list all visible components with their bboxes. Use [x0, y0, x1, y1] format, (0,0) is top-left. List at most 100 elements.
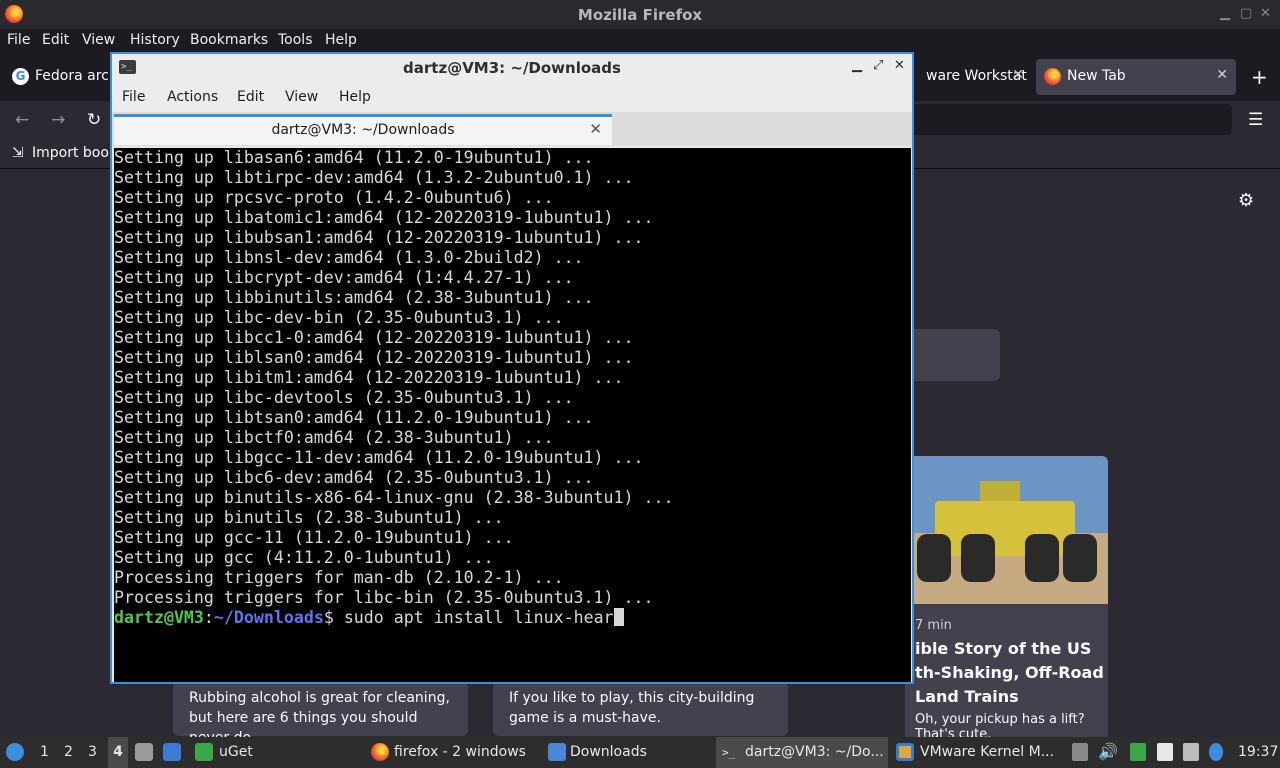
- truck-wheel: [917, 534, 951, 582]
- terminal-line: Setting up libtirpc-dev:amd64 (1.3.2-2ub…: [114, 168, 634, 187]
- maximize-icon[interactable]: ▢: [1240, 6, 1252, 21]
- ff-menu-tools[interactable]: Tools: [278, 32, 313, 48]
- firefox-titlebar: Mozilla Firefox ▁ ▢ ✕: [0, 0, 1280, 29]
- start-menu-icon[interactable]: [6, 743, 24, 761]
- taskbar-item-uget[interactable]: uGet: [219, 744, 253, 760]
- uget-icon: [195, 743, 213, 761]
- taskbar-item-vmware[interactable]: VMware Kernel M...: [920, 744, 1054, 760]
- update-icon[interactable]: [1130, 743, 1146, 761]
- ff-menu-help[interactable]: Help: [325, 32, 357, 48]
- ff-menu-edit[interactable]: Edit: [42, 32, 69, 48]
- terminal-line: Setting up libitm1:amd64 (12-20220319-1u…: [114, 368, 624, 387]
- workspace-3[interactable]: 3: [88, 744, 97, 760]
- terminal-line: Setting up libnsl-dev:amd64 (1.3.0-2buil…: [114, 248, 584, 267]
- truck-wheel: [1063, 534, 1097, 582]
- ff-menu-history[interactable]: History: [130, 32, 180, 48]
- maximize-icon[interactable]: ⤢: [873, 58, 883, 73]
- taskbar-item-firefox[interactable]: firefox - 2 windows: [394, 744, 526, 760]
- terminal-line: Setting up gcc (4:11.2.0-1ubuntu1) ...: [114, 548, 494, 567]
- terminal-line: Setting up libubsan1:amd64 (12-20220319-…: [114, 228, 644, 247]
- term-menu-view[interactable]: View: [285, 89, 318, 105]
- story-card[interactable]: Rubbing alcohol is great for cleaning, b…: [173, 682, 468, 746]
- text-cursor: [613, 608, 624, 626]
- notification-icon[interactable]: [1209, 743, 1223, 761]
- terminal-tab[interactable]: dartz@VM3: ~/Downloads ✕: [114, 114, 612, 145]
- taskbar: 1 2 3 4 uGet firefox - 2 windows Downloa…: [0, 737, 1280, 768]
- tab-label: Fedora arch: [35, 68, 114, 84]
- terminal-line: Setting up libctf0:amd64 (2.38-3ubuntu1)…: [114, 428, 554, 447]
- terminal-line: Setting up rpcsvc-proto (1.4.2-0ubuntu6)…: [114, 188, 554, 207]
- terminal-line: Processing triggers for man-db (2.10.2-1…: [114, 568, 564, 587]
- terminal-line: Setting up libc6-dev:amd64 (2.35-0ubuntu…: [114, 468, 594, 487]
- workspace-2[interactable]: 2: [64, 744, 73, 760]
- term-menu-file[interactable]: File: [122, 89, 145, 105]
- truck-wheel: [1025, 534, 1059, 582]
- close-tab-icon[interactable]: ✕: [1012, 67, 1024, 83]
- import-bookmarks-link[interactable]: Import book: [32, 145, 117, 161]
- new-tab-button[interactable]: +: [1251, 65, 1268, 89]
- tab-vmware[interactable]: ware Workstat ✕: [914, 59, 1032, 95]
- close-tab-icon[interactable]: ✕: [1216, 67, 1228, 83]
- prompt-separator: :: [203, 608, 214, 627]
- terminal-line: Setting up libtsan0:amd64 (11.2.0-19ubun…: [114, 408, 594, 427]
- terminal-window: >_ dartz@VM3: ~/Downloads ▁ ⤢ ✕ File Act…: [110, 52, 914, 684]
- hamburger-menu-icon[interactable]: ☰: [1248, 110, 1263, 130]
- close-icon[interactable]: ✕: [1260, 6, 1271, 21]
- gear-icon[interactable]: ⚙: [1238, 190, 1254, 211]
- terminal-line: Setting up binutils-x86-64-linux-gnu (2.…: [114, 488, 674, 507]
- clock[interactable]: 19:37: [1238, 744, 1278, 760]
- forward-icon[interactable]: →: [51, 110, 65, 130]
- ff-menu-file[interactable]: File: [7, 32, 30, 48]
- close-tab-icon[interactable]: ✕: [589, 120, 602, 138]
- terminal-line: Setting up libgcc-11-dev:amd64 (11.2.0-1…: [114, 448, 644, 467]
- terminal-window-title: dartz@VM3: ~/Downloads: [403, 59, 621, 77]
- terminal-tabbar: dartz@VM3: ~/Downloads ✕: [112, 112, 912, 146]
- command-input[interactable]: sudo apt install linux-hear: [344, 608, 614, 627]
- back-icon[interactable]: ←: [15, 110, 29, 130]
- prompt-symbol: $: [323, 608, 344, 627]
- terminal-output[interactable]: Setting up libasan6:amd64 (11.2.0-19ubun…: [114, 148, 911, 682]
- import-bookmarks-icon[interactable]: ⇲: [12, 145, 24, 161]
- terminal-line: Setting up libc-devtools (2.35-0ubuntu3.…: [114, 388, 574, 407]
- story-description: If you like to play, this city-building …: [509, 690, 755, 726]
- ff-menu-bookmarks[interactable]: Bookmarks: [190, 32, 268, 48]
- terminal-titlebar[interactable]: >_ dartz@VM3: ~/Downloads ▁ ⤢ ✕: [112, 54, 912, 82]
- minimize-icon[interactable]: ▁: [1220, 6, 1230, 21]
- prompt-path: ~/Downloads: [213, 608, 324, 627]
- terminal-line: Setting up libcc1-0:amd64 (12-20220319-1…: [114, 328, 634, 347]
- terminal-icon: >_: [722, 746, 736, 759]
- taskbar-item-terminal[interactable]: dartz@VM3: ~/Do...: [745, 744, 884, 760]
- tab-label: New Tab: [1067, 68, 1126, 84]
- workspace-4[interactable]: 4: [108, 737, 128, 768]
- notes-icon[interactable]: [1157, 743, 1173, 761]
- terminal-line: Setting up libasan6:amd64 (11.2.0-19ubun…: [114, 148, 594, 167]
- terminal-line: Setting up libc-dev-bin (2.35-0ubuntu3.1…: [114, 308, 564, 327]
- term-menu-actions[interactable]: Actions: [167, 89, 218, 105]
- terminal-menubar: File Actions Edit View Help: [112, 82, 912, 112]
- minimize-icon[interactable]: ▁: [852, 58, 862, 73]
- file-manager-launcher-icon[interactable]: [135, 743, 153, 761]
- tab-fedora[interactable]: G Fedora arch: [4, 59, 114, 95]
- search-box[interactable]: [905, 329, 1000, 381]
- terminal-line: Setting up gcc-11 (11.2.0-19ubuntu1) ...: [114, 528, 514, 547]
- desktop-icon[interactable]: [163, 743, 181, 761]
- tab-new-tab[interactable]: New Tab ✕: [1036, 59, 1236, 95]
- story-card[interactable]: If you like to play, this city-building …: [493, 682, 788, 736]
- truck-wheel: [961, 534, 995, 582]
- terminal-line: Setting up libatomic1:amd64 (12-20220319…: [114, 208, 654, 227]
- clipboard-icon[interactable]: [1072, 743, 1088, 761]
- ff-menu-view[interactable]: View: [82, 32, 115, 48]
- story-read-time: 7 min: [915, 618, 952, 633]
- taskbar-item-downloads[interactable]: Downloads: [570, 744, 647, 760]
- story-card[interactable]: 7 min ible Story of the US th-Shaking, O…: [905, 456, 1108, 741]
- volume-icon[interactable]: 🔊: [1098, 742, 1118, 761]
- network-icon[interactable]: [1183, 743, 1199, 761]
- terminal-line: Setting up binutils (2.38-3ubuntu1) ...: [114, 508, 504, 527]
- term-menu-help[interactable]: Help: [339, 89, 371, 105]
- workspace-1[interactable]: 1: [40, 744, 49, 760]
- term-menu-edit[interactable]: Edit: [237, 89, 264, 105]
- url-bar[interactable]: [905, 104, 1232, 135]
- reload-icon[interactable]: ↻: [87, 110, 101, 130]
- close-icon[interactable]: ✕: [894, 58, 905, 73]
- terminal-lines: Setting up libasan6:amd64 (11.2.0-19ubun…: [114, 148, 911, 608]
